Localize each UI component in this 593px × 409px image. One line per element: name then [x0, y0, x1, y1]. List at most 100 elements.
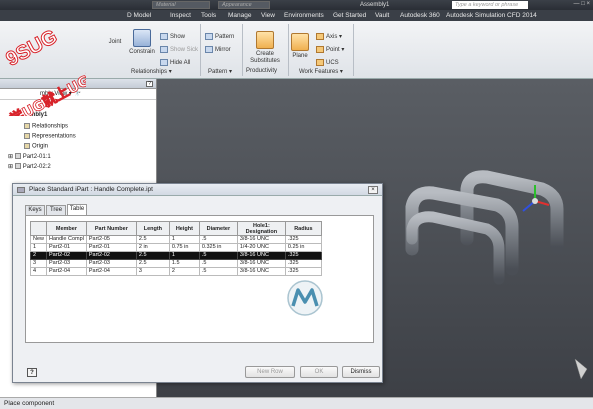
joint-button[interactable]: Joint — [104, 39, 126, 46]
ok-button[interactable]: OK — [300, 366, 338, 378]
material-dropdown[interactable]: Material — [152, 1, 210, 9]
column-header[interactable]: Length — [135, 221, 170, 236]
tab-view[interactable]: View — [261, 12, 275, 19]
column-header[interactable]: Member — [46, 221, 87, 236]
tree-item-part2-02[interactable]: ⊞ Part2-02:2 — [8, 163, 51, 170]
search-input[interactable]: Type a keyword or phrase — [452, 1, 528, 9]
ribbon-separator — [242, 24, 243, 76]
table-row-selected[interactable]: 2 Part2-02 Part2-02 2.5 1.5 3/8-16 UNC .325 — [29, 251, 322, 260]
pattern-button[interactable]: Pattern — [205, 33, 234, 40]
help-icon[interactable]: ? — [146, 81, 153, 87]
tab-get-started[interactable]: Get Started — [333, 12, 366, 19]
table-cell: Part2-01 — [85, 243, 137, 252]
table-cell: 2 in — [135, 243, 170, 252]
tree-item-representations[interactable]: Representations — [24, 133, 76, 140]
table-cell: Part2-01 — [46, 243, 87, 252]
table-cell: 2.5 — [135, 251, 170, 260]
table-cell: Handle Compl — [46, 235, 87, 244]
tab-3d-model[interactable]: D Model — [127, 12, 151, 19]
relationships-group-label[interactable]: Relationships ▾ — [131, 68, 172, 75]
hide-all-button[interactable]: Hide All — [160, 59, 190, 66]
tab-tree[interactable]: Tree — [46, 205, 66, 215]
show-sick-icon — [160, 46, 168, 53]
place-standard-ipart-dialog: Place Standard iPart : Handle Complete.i… — [12, 183, 383, 383]
dismiss-button[interactable]: Dismiss — [342, 366, 380, 378]
pattern-icon — [205, 33, 213, 40]
tree-item-part2-01[interactable]: ⊞ Part2-01:1 — [8, 153, 51, 160]
point-icon — [316, 46, 324, 53]
column-header[interactable]: Height — [168, 221, 200, 236]
table-cell: 0.25 in — [284, 243, 322, 252]
representations-icon — [24, 133, 30, 139]
table-cell: 0.75 in — [168, 243, 200, 252]
table-cell: 1.5 — [168, 259, 200, 268]
substitutes-icon — [256, 31, 274, 49]
tree-item-relationships[interactable]: Relationships — [24, 123, 68, 130]
table-cell: .5 — [198, 235, 238, 244]
dialog-title: Place Standard iPart : Handle Complete.i… — [13, 184, 382, 196]
tab-simulation-cfd[interactable]: Autodesk Simulation CFD 2014 — [446, 12, 537, 19]
window-controls[interactable]: — □ × — [574, 1, 590, 7]
ribbon-separator — [288, 24, 289, 76]
title-bar: Material Appearance Assembly1 Type a key… — [0, 0, 593, 10]
table-row[interactable]: 1 Part2-01 Part2-01 2 in 0.75 in 0.325 in 1/4-… — [29, 243, 322, 252]
table-row[interactable]: 4 Part2-04 Part2-04 3 2.5 3/8-16 UNC .325 — [29, 267, 322, 276]
table-row[interactable]: New Handle Compl Part2-05 2.5 1.5 3/8-16 UNC.… — [29, 235, 322, 244]
watermark-logo — [287, 280, 323, 316]
tab-inspect[interactable]: Inspect — [170, 12, 191, 19]
table-cell: .5 — [198, 251, 238, 260]
axis-button[interactable]: Axis ▾ — [316, 33, 342, 40]
plane-button[interactable]: Plane — [290, 33, 310, 60]
mirror-icon — [205, 46, 213, 53]
table-cell: 3 — [135, 267, 170, 276]
ribbon-panel: Joint Constrain Show Show Sick Hide All … — [0, 21, 593, 79]
pattern-group-label[interactable]: Pattern ▾ — [208, 68, 232, 75]
table-cell: 2.5 — [135, 259, 170, 268]
relationships-icon — [24, 123, 30, 129]
tab-manage[interactable]: Manage — [228, 12, 252, 19]
column-header[interactable] — [29, 221, 48, 236]
table-cell: Part2-04 — [85, 267, 137, 276]
ribbon-separator — [353, 24, 354, 76]
table-cell: Part2-04 — [46, 267, 87, 276]
mirror-button[interactable]: Mirror — [205, 46, 231, 53]
table-cell: .5 — [198, 259, 238, 268]
table-cell: .325 — [284, 259, 322, 268]
help-button[interactable]: ? — [27, 368, 37, 377]
point-button[interactable]: Point ▾ — [316, 46, 344, 53]
tab-vault[interactable]: Vault — [375, 12, 389, 19]
table-cell: 3/8-16 UNC — [236, 267, 286, 276]
show-sick-button[interactable]: Show Sick — [160, 46, 198, 53]
table-cell: 1 — [168, 235, 200, 244]
tab-autodesk-360[interactable]: Autodesk 360 — [400, 12, 440, 19]
close-button[interactable]: × — [368, 186, 378, 194]
table-cell: .5 — [198, 267, 238, 276]
ribbon-tabs: D Model Inspect Tools Manage View Enviro… — [0, 10, 593, 21]
appearance-dropdown[interactable]: Appearance — [218, 1, 270, 9]
table-cell: 0.325 in — [198, 243, 238, 252]
create-substitutes-button[interactable]: Create Substitutes — [244, 31, 286, 65]
column-header[interactable]: Radius — [284, 221, 322, 236]
tab-tools[interactable]: Tools — [201, 12, 216, 19]
constrain-button[interactable]: Constrain — [126, 29, 158, 56]
constrain-icon — [133, 29, 151, 47]
column-header[interactable]: Diameter — [198, 221, 238, 236]
table-cell: New — [29, 235, 48, 244]
table-cell: Part2-03 — [85, 259, 137, 268]
table-cell: .325 — [284, 267, 322, 276]
table-cell: Part2-02 — [46, 251, 87, 260]
tab-environments[interactable]: Environments — [284, 12, 324, 19]
productivity-group-label: Productivity — [246, 68, 278, 74]
show-button[interactable]: Show — [160, 33, 185, 40]
new-row-button[interactable]: New Row — [245, 366, 295, 378]
ucs-button[interactable]: UCS — [316, 59, 339, 66]
column-header[interactable]: Part Number — [85, 221, 137, 236]
tab-table[interactable]: Table — [67, 204, 87, 215]
part-icon — [14, 163, 21, 170]
column-header[interactable]: Hole1: Designation — [236, 221, 286, 236]
table-row[interactable]: 3 Part2-03 Part2-03 2.5 1.5.5 3/8-16 UNC .325 — [29, 259, 322, 268]
work-features-group-label[interactable]: Work Features ▾ — [299, 68, 343, 75]
tab-keys[interactable]: Keys — [25, 205, 45, 215]
table-cell: Part2-05 — [85, 235, 137, 244]
tree-item-origin[interactable]: Origin — [24, 143, 48, 150]
